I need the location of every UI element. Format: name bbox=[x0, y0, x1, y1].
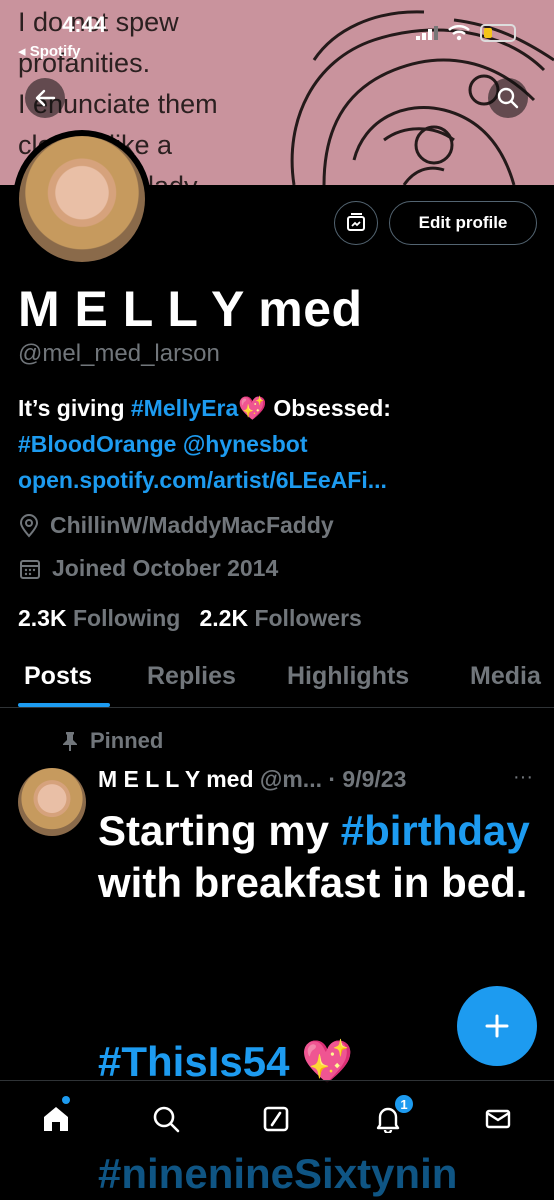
post-text: Starting my #birthday with breakfast in … bbox=[98, 805, 538, 909]
notification-badge: 1 bbox=[393, 1093, 415, 1115]
post-text-part: Starting my bbox=[98, 807, 341, 854]
post-text-part: with breakfast in bed. bbox=[98, 859, 528, 906]
search-icon bbox=[497, 87, 519, 109]
nav-explore[interactable] bbox=[148, 1101, 184, 1137]
tab-posts[interactable]: Posts bbox=[24, 662, 92, 691]
wifi-icon bbox=[448, 25, 470, 41]
nav-grok[interactable] bbox=[258, 1101, 294, 1137]
tab-media[interactable]: Media bbox=[470, 662, 541, 691]
pin-icon bbox=[63, 732, 77, 751]
post-date[interactable]: · 9/9/23 bbox=[328, 766, 406, 792]
edit-profile-button[interactable]: Edit profile bbox=[389, 201, 537, 245]
location-text: ChillinW/MaddyMacFaddy bbox=[50, 512, 334, 538]
following-label: Following bbox=[72, 605, 181, 631]
search-button[interactable] bbox=[488, 78, 528, 118]
bio-hashtag-link[interactable]: #BloodOrange bbox=[18, 431, 176, 457]
following-link[interactable]: 2.3K Following bbox=[18, 605, 180, 631]
media-frame-icon bbox=[347, 213, 365, 231]
profile-tabs: Posts Replies Highlights Media bbox=[0, 650, 554, 708]
post-avatar[interactable] bbox=[18, 768, 86, 836]
profile-name: M E L L Y med bbox=[18, 281, 363, 337]
search-icon bbox=[153, 1106, 180, 1133]
joined-text: Joined October 2014 bbox=[52, 555, 279, 581]
plus-icon bbox=[485, 1014, 509, 1038]
pinned-label: Pinned bbox=[60, 728, 163, 754]
status-time: 4:44 bbox=[62, 12, 107, 37]
post-hashtag-link[interactable]: #birthday bbox=[341, 807, 530, 854]
status-icons bbox=[416, 24, 516, 42]
compose-post-button[interactable] bbox=[457, 986, 537, 1066]
status-bar: 4:44 ◂ Spotify bbox=[0, 0, 554, 60]
mail-icon bbox=[485, 1109, 511, 1129]
follow-stats: 2.3K Following 2.2K Followers bbox=[18, 605, 362, 632]
avatar-photo bbox=[19, 136, 145, 262]
calendar-icon bbox=[20, 559, 40, 579]
post-header: M E L L Y med @m... · 9/9/23 bbox=[98, 766, 406, 793]
bio-hashtag-link[interactable]: #MellyEra💖 bbox=[131, 395, 267, 421]
signal-icon bbox=[416, 26, 438, 40]
following-count: 2.3K bbox=[18, 605, 67, 631]
post-more-button[interactable]: ··· bbox=[513, 766, 533, 789]
tab-highlights[interactable]: Highlights bbox=[287, 662, 409, 691]
bio-text: It’s giving bbox=[18, 395, 131, 421]
profile-joined: Joined October 2014 bbox=[18, 555, 278, 582]
battery-icon bbox=[480, 24, 516, 42]
home-unread-dot bbox=[62, 1096, 70, 1104]
nav-home[interactable] bbox=[38, 1101, 74, 1137]
location-pin-icon bbox=[19, 513, 39, 538]
back-arrow-icon bbox=[35, 89, 56, 107]
active-tab-indicator bbox=[18, 703, 110, 707]
grok-icon bbox=[263, 1106, 289, 1132]
bottom-navigation bbox=[0, 1080, 554, 1152]
profile-location: ChillinW/MaddyMacFaddy bbox=[18, 512, 334, 539]
bio-mention-link[interactable]: @hynesbot bbox=[183, 431, 308, 457]
post-author-handle[interactable]: @m... bbox=[260, 766, 322, 792]
bio-website-link[interactable]: open.spotify.com/artist/6LEeAFi... bbox=[18, 467, 387, 493]
post-hashtag-link[interactable]: #ninenineSixtynin bbox=[98, 1150, 457, 1198]
home-icon bbox=[44, 1107, 68, 1131]
back-button[interactable] bbox=[25, 78, 65, 118]
bio-text: Obsessed: bbox=[266, 395, 391, 421]
back-to-app-link[interactable]: ◂ Spotify bbox=[18, 42, 81, 60]
followers-count: 2.2K bbox=[199, 605, 249, 631]
followers-link[interactable]: 2.2K Followers bbox=[199, 605, 361, 631]
followers-label: Followers bbox=[254, 605, 362, 631]
nav-messages[interactable] bbox=[480, 1101, 516, 1137]
profile-avatar[interactable] bbox=[13, 130, 151, 268]
post-author-name[interactable]: M E L L Y med bbox=[98, 766, 254, 792]
tab-replies[interactable]: Replies bbox=[147, 662, 236, 691]
pinned-text: Pinned bbox=[90, 728, 164, 753]
profile-bio: It’s giving #MellyEra💖 Obsessed: #BloodO… bbox=[18, 390, 548, 498]
profile-handle: @mel_med_larson bbox=[18, 340, 220, 367]
media-button[interactable] bbox=[334, 201, 378, 245]
